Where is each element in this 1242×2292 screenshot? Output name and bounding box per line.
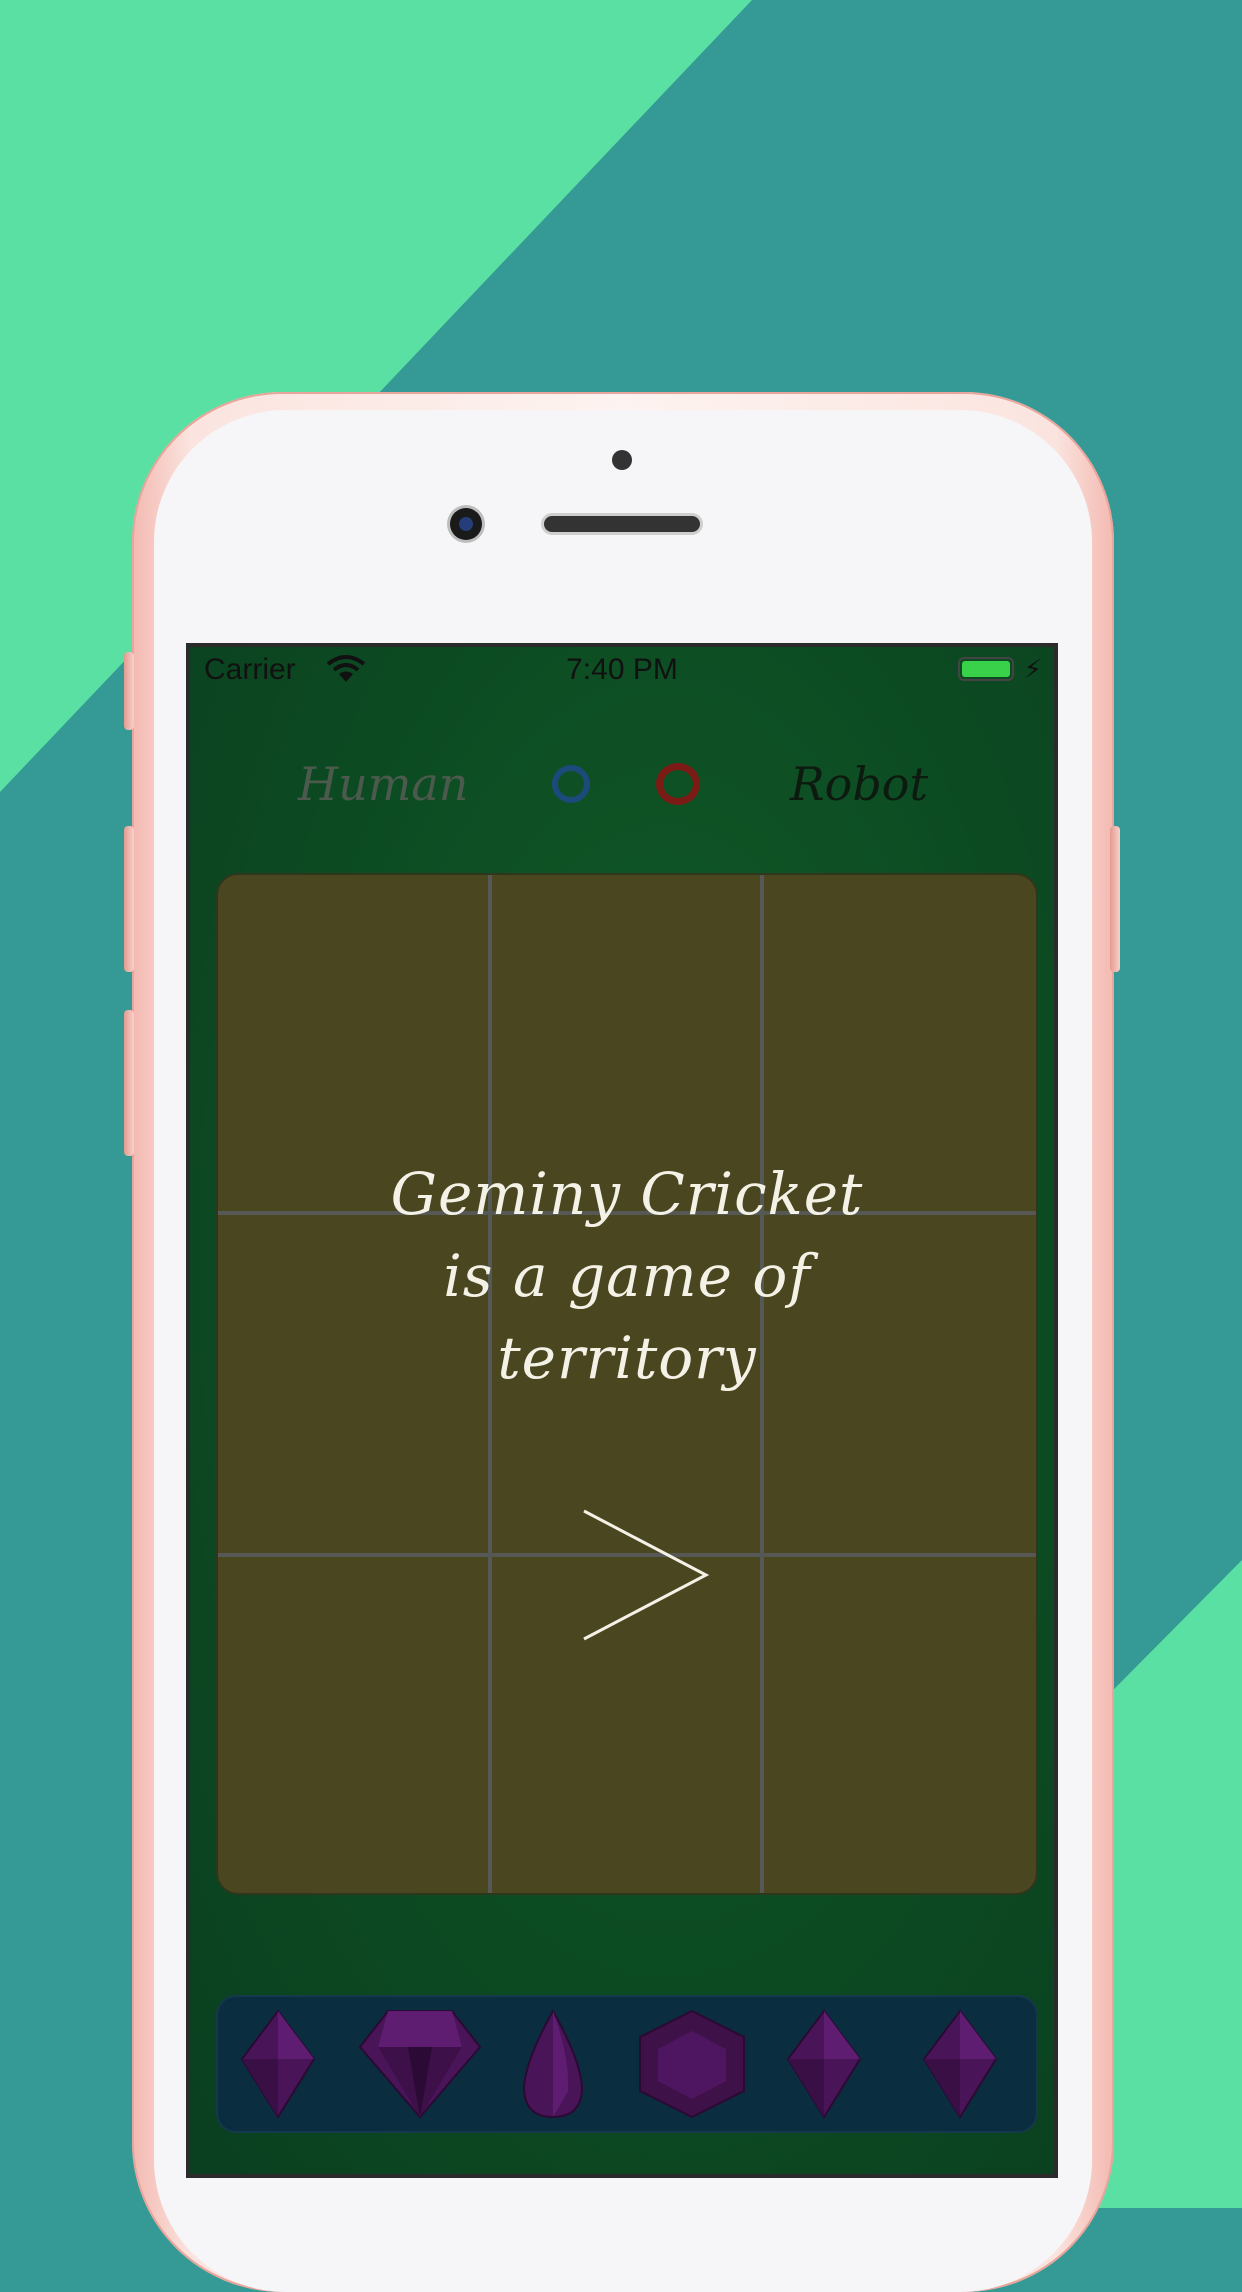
hexagon-gem-icon[interactable] [634, 2009, 750, 2119]
front-camera-icon [450, 508, 482, 540]
phone-mute-switch [124, 652, 134, 730]
gem-tray [216, 1995, 1038, 2133]
intro-line-1: Geminy Cricket [390, 1160, 864, 1228]
diamond-gem-icon[interactable] [240, 2009, 316, 2119]
battery-icon [958, 657, 1014, 681]
intro-line-3: territory [497, 1324, 757, 1392]
phone-power-button [1110, 826, 1120, 972]
player-header: Human Robot [190, 757, 1054, 827]
phone-volume-down-button [124, 1010, 134, 1156]
status-time: 7:40 PM [566, 653, 678, 686]
teardrop-gem-icon[interactable] [518, 2009, 588, 2119]
diamond-gem-icon[interactable] [922, 2009, 998, 2119]
robot-player-label[interactable]: Robot [790, 757, 928, 811]
human-player-label[interactable]: Human [298, 757, 468, 811]
human-marker-icon [552, 765, 590, 803]
status-bar: Carrier 7:40 PM ⚡ [190, 647, 1054, 691]
robot-marker-icon [656, 763, 700, 805]
app-screen: Carrier 7:40 PM ⚡ Human Robot Geminy Cri… [186, 643, 1058, 2178]
brilliant-gem-icon[interactable] [358, 2009, 482, 2119]
proximity-sensor [612, 450, 632, 470]
intro-line-2: is a game of [443, 1242, 811, 1310]
earpiece-speaker [544, 516, 700, 532]
charging-bolt-icon: ⚡ [1023, 655, 1042, 685]
diamond-gem-icon[interactable] [786, 2009, 862, 2119]
chevron-right-icon[interactable] [582, 1509, 712, 1643]
game-board[interactable]: Geminy Cricket is a game of territory [216, 873, 1038, 1895]
phone-volume-up-button [124, 826, 134, 972]
intro-message: Geminy Cricket is a game of territory [218, 1153, 1036, 1399]
